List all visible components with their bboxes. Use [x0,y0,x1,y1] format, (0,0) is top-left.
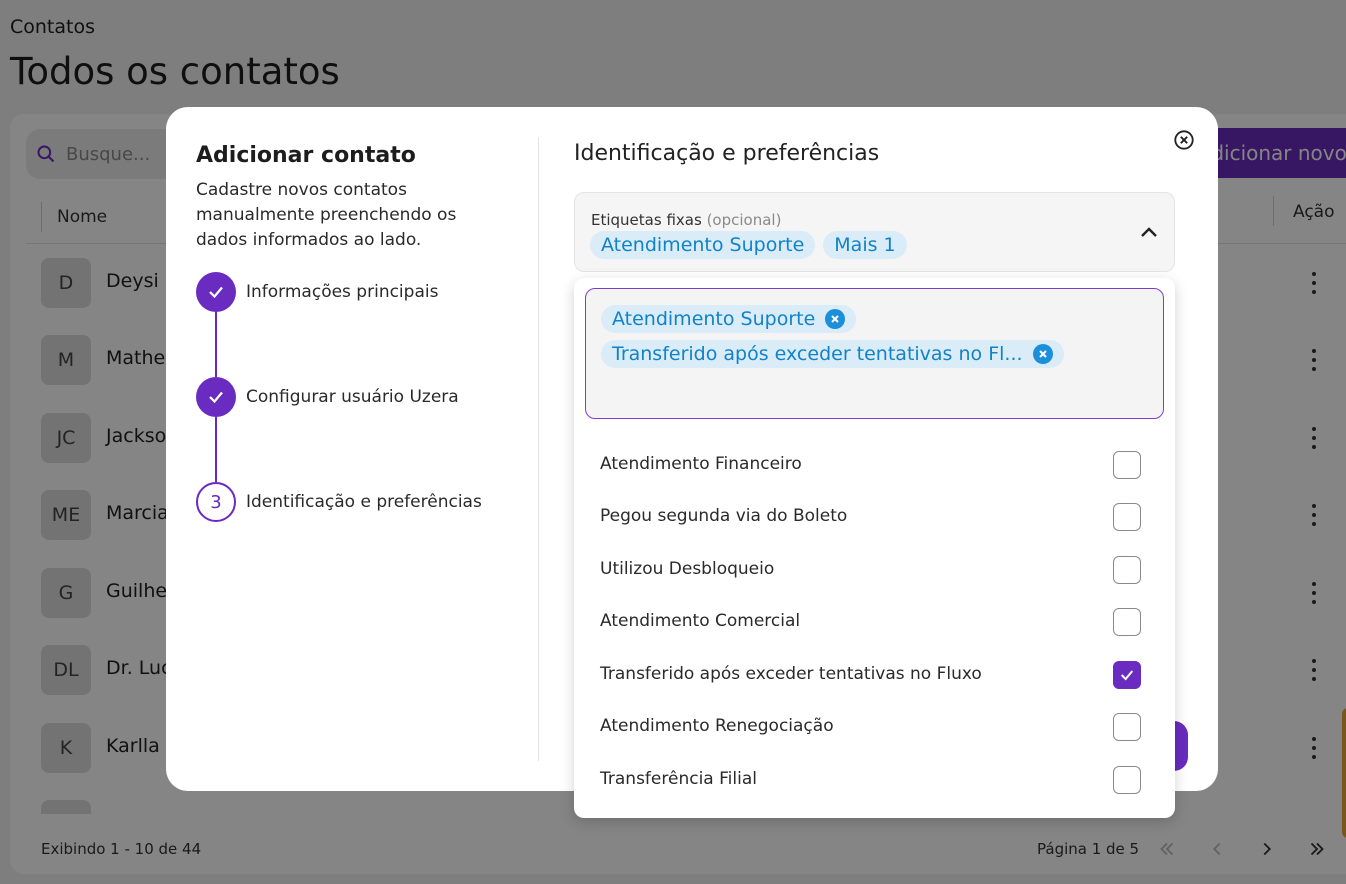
tag-option[interactable]: Atendimento Renegociação [574,703,1175,753]
check-icon [1120,670,1134,681]
tag-option-label: Pegou segunda via do Boleto [600,506,848,526]
tag-checkbox[interactable] [1113,766,1141,794]
step-label: Configurar usuário Uzera [246,387,459,407]
step-identification: 3 Identificação e preferências [196,482,482,522]
step-configure-user: Configurar usuário Uzera [196,377,459,417]
tag-option-label: Atendimento Renegociação [600,716,834,736]
check-icon [196,377,236,417]
modal-title: Adicionar contato [196,143,416,168]
tag-chip: Atendimento Suporte [590,231,816,259]
tag-option-label: Atendimento Financeiro [600,454,802,474]
close-icon[interactable] [1173,129,1195,151]
fixed-tags-label: Etiquetas fixas (opcional) [591,211,782,229]
check-icon [196,272,236,312]
chevron-up-icon[interactable] [1137,221,1161,245]
step-main-info: Informações principais [196,272,438,312]
tag-option[interactable]: Atendimento Comercial [574,598,1175,648]
tag-checkbox[interactable] [1113,503,1141,531]
tag-option-label: Transferido após exceder tentativas no F… [600,664,982,684]
tag-option-label: Atendimento Comercial [600,611,801,631]
tag-option[interactable]: Transferido após exceder tentativas no F… [574,651,1175,701]
selected-tag-chip: Transferido após exceder tentativas no F… [601,340,1064,368]
tag-option[interactable]: Utilizou Desbloqueio [574,546,1175,596]
more-tags-chip: Mais 1 [823,231,907,259]
step-connector [215,417,217,482]
tag-checkbox[interactable] [1113,451,1141,479]
tag-option-label: Transferência Filial [600,769,757,789]
tag-checkbox[interactable] [1113,713,1141,741]
modal-description: Cadastre novos contatos manualmente pree… [196,180,457,250]
tag-checkbox[interactable] [1113,556,1141,584]
tag-option[interactable]: Atendimento Financeiro [574,441,1175,491]
selected-tags-summary: Atendimento Suporte Mais 1 [590,231,907,259]
tag-option[interactable]: Pegou segunda via do Boleto [574,493,1175,543]
step-connector [215,312,217,377]
selected-tag-chip: Atendimento Suporte [601,305,857,333]
section-title: Identificação e preferências [574,141,880,166]
tag-checkbox-checked[interactable] [1113,661,1141,689]
tags-dropdown: Atendimento Suporte Transferido após exc… [574,278,1175,818]
step-label: Identificação e preferências [246,492,482,512]
step-number: 3 [196,482,236,522]
tag-option-label: Utilizou Desbloqueio [600,559,775,579]
tag-checkbox[interactable] [1113,608,1141,636]
step-label: Informações principais [246,282,439,302]
selected-tags-input[interactable]: Atendimento Suporte Transferido após exc… [585,288,1164,419]
tag-option[interactable]: Transferência Filial [574,756,1175,806]
fixed-tags-select[interactable]: Etiquetas fixas (opcional) Atendimento S… [574,192,1175,272]
modal-divider [538,137,539,761]
chip-remove-icon[interactable] [825,309,846,329]
chip-remove-icon[interactable] [1032,344,1053,364]
